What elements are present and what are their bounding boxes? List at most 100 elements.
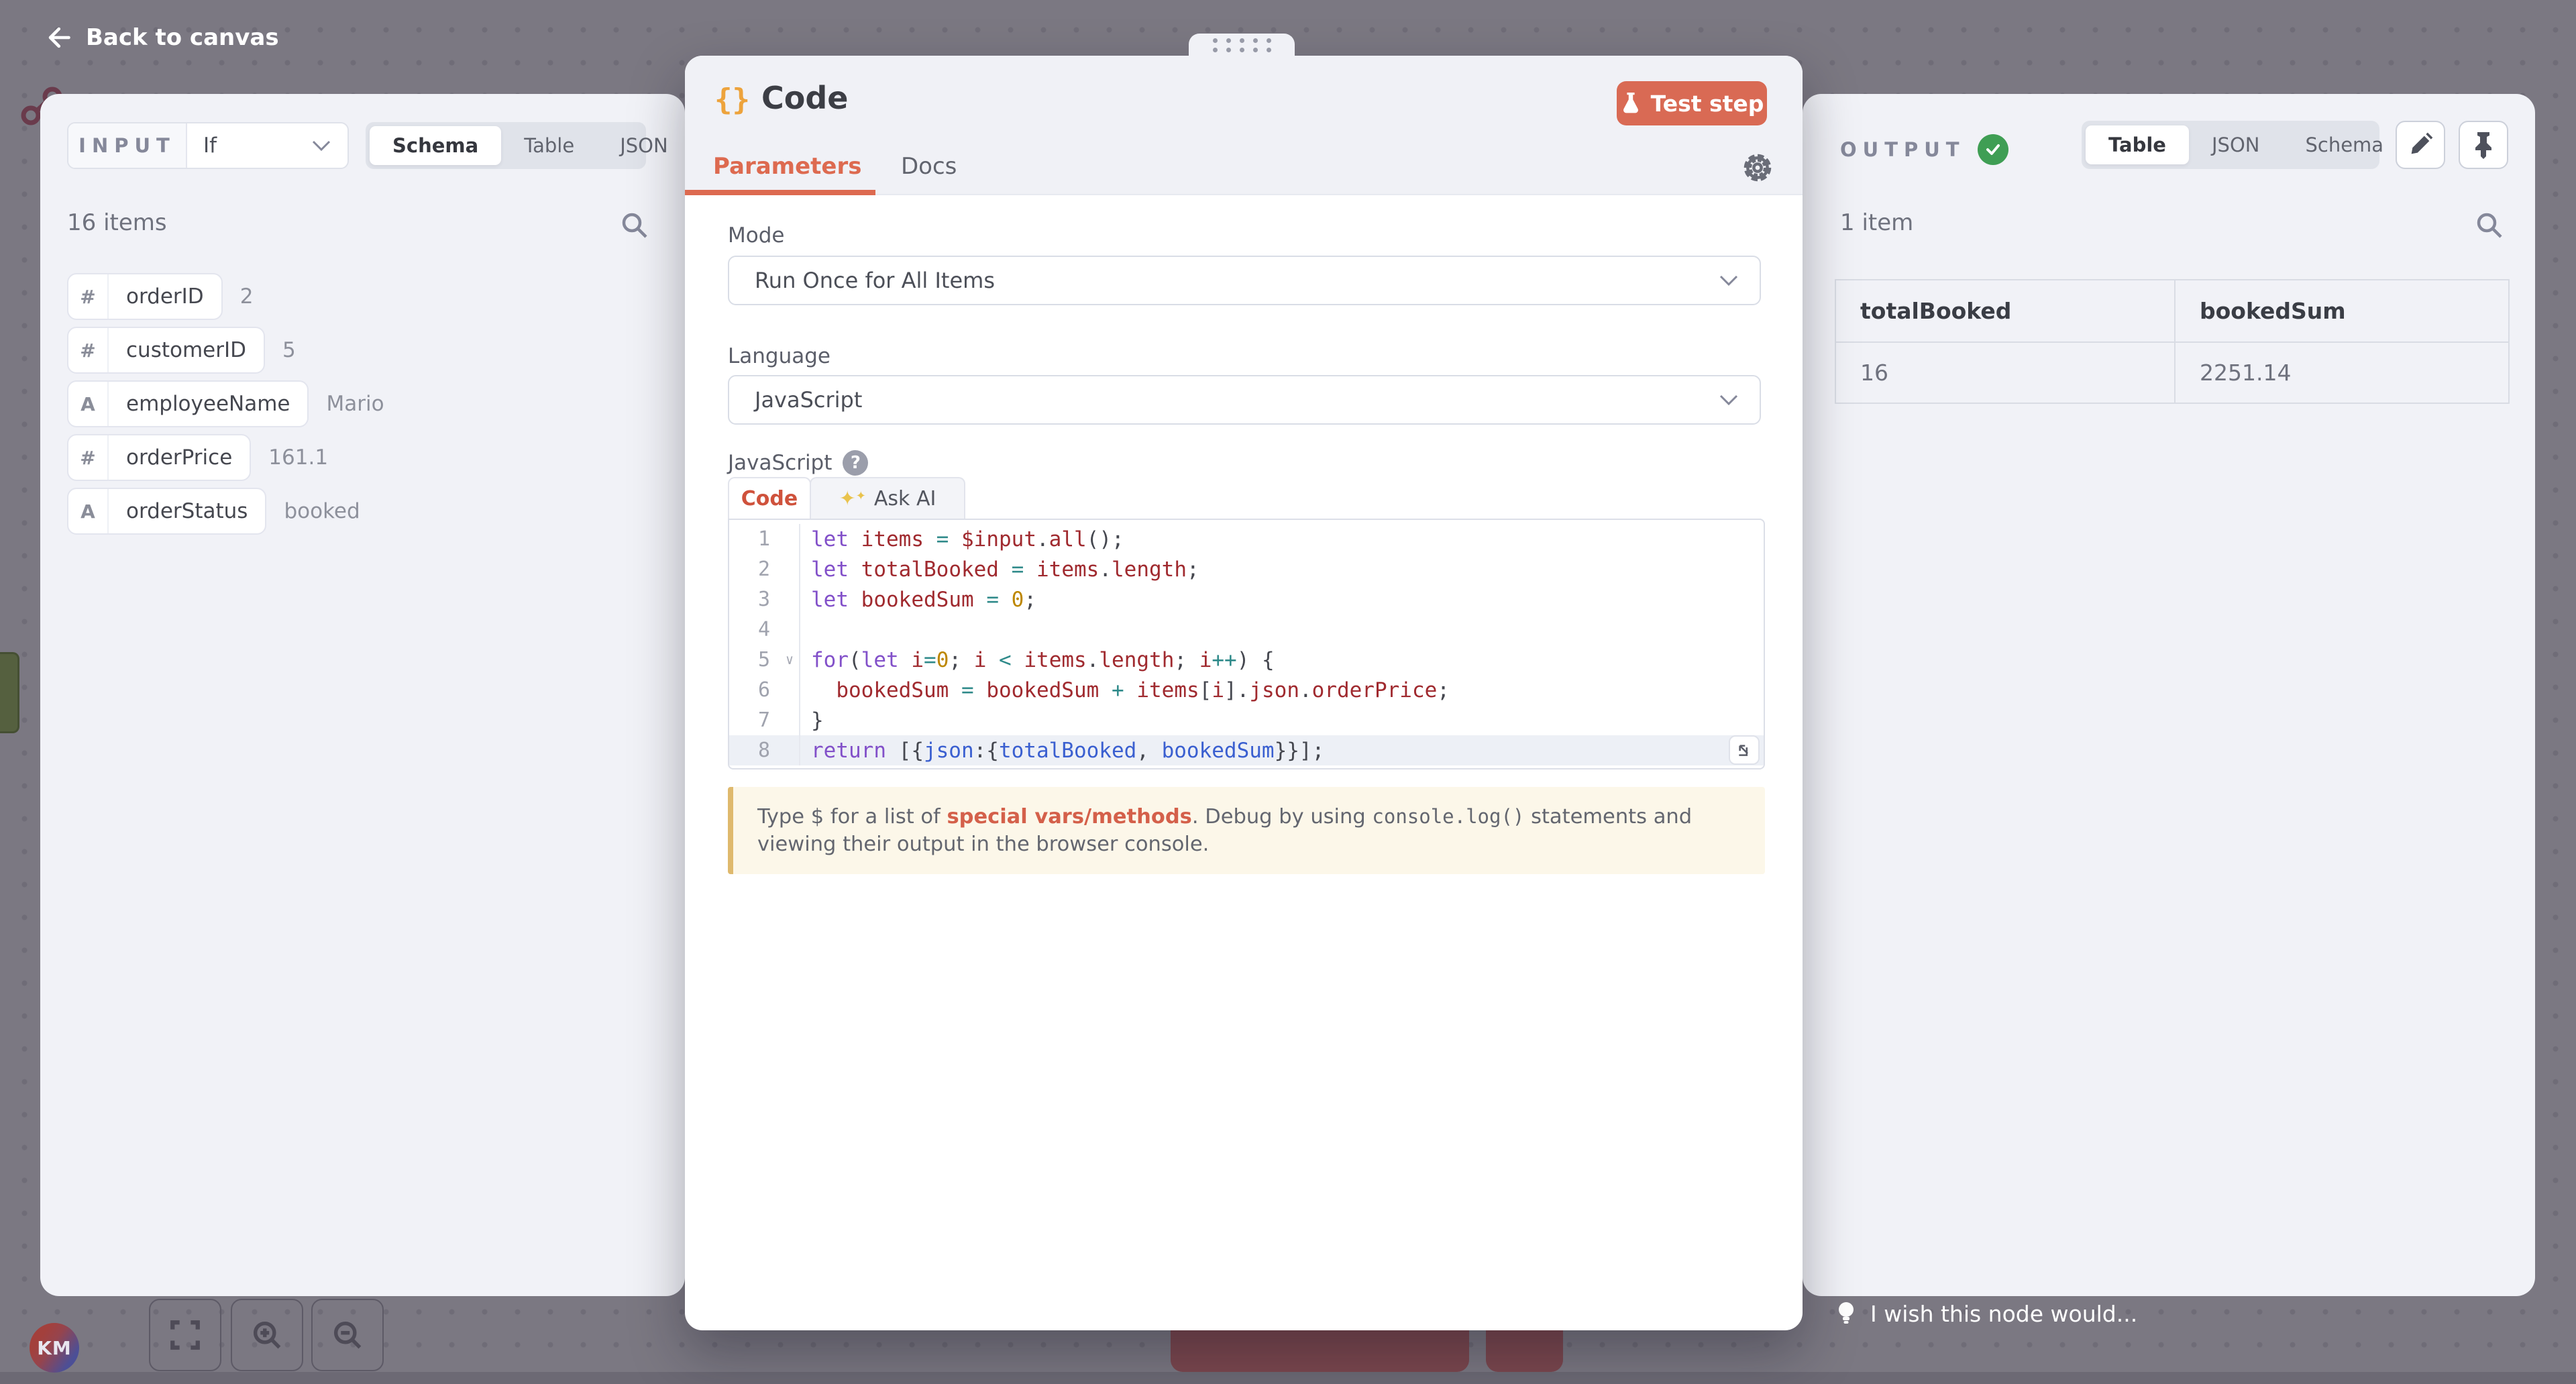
test-step-button[interactable]: Test step: [1617, 81, 1767, 125]
edit-output-button[interactable]: [2396, 121, 2445, 169]
number-type-icon: #: [68, 435, 109, 480]
input-node-selector[interactable]: INPUT If: [67, 122, 349, 169]
avatar[interactable]: KM: [30, 1323, 79, 1373]
node-feedback-link[interactable]: I wish this node would...: [1833, 1299, 2137, 1328]
output-cell: 16: [1835, 342, 2175, 403]
field-value: 2: [240, 284, 254, 309]
avatar-initials: KM: [37, 1337, 72, 1359]
mode-select[interactable]: Run Once for All Items: [728, 256, 1761, 305]
editor-tab-code[interactable]: Code: [728, 477, 811, 519]
gear-icon[interactable]: [1739, 150, 1776, 186]
drag-handle[interactable]: [1189, 34, 1295, 56]
line-number: 3: [729, 584, 800, 615]
fit-view-icon: [168, 1318, 202, 1352]
pin-icon: [2471, 131, 2496, 159]
code-line-8[interactable]: 8return [{json:{totalBooked, bookedSum}}…: [729, 735, 1764, 765]
language-value: JavaScript: [755, 387, 862, 413]
code-editor[interactable]: 1let items = $input.all();2let totalBook…: [728, 519, 1765, 769]
editor-tab-code-label: Code: [741, 487, 798, 511]
active-tab-underline: [685, 190, 875, 195]
hint-code: console.log(): [1372, 805, 1524, 828]
line-number: 5∨: [729, 645, 800, 675]
schema-field-row[interactable]: #orderID 2: [67, 273, 253, 320]
code-line-1[interactable]: 1let items = $input.all();: [729, 524, 1764, 554]
schema-field-row[interactable]: AemployeeName Mario: [67, 380, 384, 427]
language-select[interactable]: JavaScript: [728, 375, 1761, 425]
back-label: Back to canvas: [86, 24, 279, 51]
output-cell: 2251.14: [2175, 342, 2509, 403]
flask-icon: [1620, 91, 1642, 115]
back-arrow-icon: [43, 23, 72, 52]
field-value: 5: [282, 338, 296, 362]
hint-text: . Debug by using: [1192, 805, 1373, 829]
line-number: 7: [729, 705, 800, 735]
number-type-icon: #: [68, 274, 109, 319]
output-table-row[interactable]: 16 2251.14: [1835, 342, 2509, 403]
code-line-7[interactable]: 7}: [729, 705, 1764, 735]
code-line-5[interactable]: 5∨for(let i=0; i < items.length; i++) {: [729, 645, 1764, 675]
modal-header: {} Code Test step Parameters Docs: [685, 56, 1803, 195]
line-number: 6: [729, 675, 800, 705]
field-name: employeeName: [109, 392, 307, 416]
field-value: booked: [284, 499, 360, 523]
lightbulb-icon: [1833, 1299, 1860, 1328]
test-step-label: Test step: [1651, 91, 1764, 117]
input-tab-json[interactable]: JSON: [597, 126, 690, 165]
wish-label: I wish this node would...: [1870, 1301, 2137, 1327]
input-tab-table[interactable]: Table: [501, 126, 597, 165]
pin-output-button[interactable]: [2459, 121, 2508, 169]
editor-tab-ask-ai[interactable]: ✦✦ Ask AI: [810, 477, 965, 519]
mode-label: Mode: [728, 223, 784, 248]
window-bottom-edge: [0, 1372, 2576, 1384]
output-panel: OUTPUT Table JSON Schema 1 item totalBoo…: [1803, 94, 2535, 1296]
code-line-3[interactable]: 3let bookedSum = 0;: [729, 584, 1764, 615]
search-icon[interactable]: [2473, 209, 2506, 242]
output-table: totalBooked bookedSum 16 2251.14: [1835, 279, 2510, 404]
tab-docs[interactable]: Docs: [901, 153, 957, 180]
line-number: 4: [729, 615, 800, 645]
line-number: 1: [729, 524, 800, 554]
help-icon[interactable]: ?: [843, 450, 868, 476]
schema-field-row[interactable]: #customerID 5: [67, 327, 296, 374]
input-tab-schema[interactable]: Schema: [370, 126, 501, 165]
chevron-down-icon: [1718, 394, 1739, 406]
output-tab-json[interactable]: JSON: [2189, 125, 2282, 164]
field-name: orderPrice: [109, 445, 250, 470]
output-view-tabs: Table JSON Schema: [2082, 121, 2379, 169]
code-line-2[interactable]: 2let totalBooked = items.length;: [729, 554, 1764, 584]
back-to-canvas-button[interactable]: Back to canvas: [43, 23, 279, 52]
mode-value: Run Once for All Items: [755, 268, 995, 293]
sparkles-icon: ✦✦: [839, 487, 866, 511]
string-type-icon: A: [68, 382, 109, 426]
field-name: orderStatus: [109, 499, 265, 523]
output-column-header[interactable]: totalBooked: [1835, 280, 2175, 342]
zoom-out-button[interactable]: [311, 1299, 384, 1371]
input-panel: INPUT If Schema Table JSON 16 items #ord…: [40, 94, 685, 1296]
node-settings-modal: {} Code Test step Parameters Docs Mode R…: [685, 56, 1803, 1330]
fold-icon[interactable]: ∨: [786, 651, 794, 668]
output-tab-schema[interactable]: Schema: [2282, 125, 2406, 164]
code-node-icon: {}: [714, 83, 750, 117]
schema-field-row[interactable]: #orderPrice 161.1: [67, 434, 328, 481]
special-vars-link[interactable]: special vars/methods: [947, 805, 1191, 829]
line-number: 8: [729, 735, 800, 765]
field-name: customerID: [109, 338, 264, 362]
zoom-in-button[interactable]: [231, 1299, 303, 1371]
output-column-header[interactable]: bookedSum: [2175, 280, 2509, 342]
fit-view-button[interactable]: [149, 1299, 221, 1371]
output-label: OUTPUT: [1840, 138, 1966, 161]
number-type-icon: #: [68, 328, 109, 372]
chevron-down-icon: [1718, 274, 1739, 286]
line-number: 2: [729, 554, 800, 584]
node-title: Code: [761, 80, 849, 116]
expand-icon: [1735, 741, 1754, 759]
tab-parameters[interactable]: Parameters: [713, 153, 861, 180]
output-tab-table[interactable]: Table: [2086, 125, 2189, 164]
schema-field-row[interactable]: AorderStatus booked: [67, 488, 360, 535]
search-icon[interactable]: [619, 209, 651, 242]
code-line-6[interactable]: 6 bookedSum = bookedSum + items[i].json.…: [729, 675, 1764, 705]
expand-editor-button[interactable]: [1729, 735, 1760, 765]
zoom-out-icon: [330, 1318, 365, 1352]
field-name: orderID: [109, 284, 221, 309]
code-line-4[interactable]: 4: [729, 615, 1764, 645]
